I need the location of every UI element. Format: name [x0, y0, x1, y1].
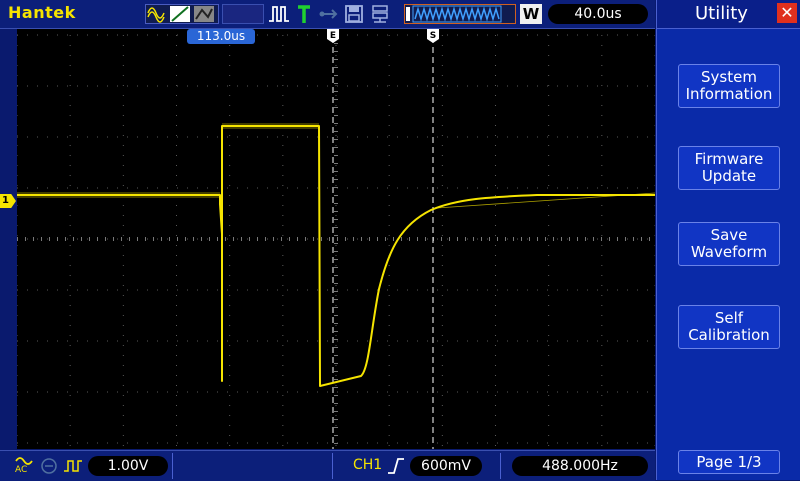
ch1-ground-marker[interactable]: 1 [0, 194, 16, 208]
bottom-status-bar: AC 1.00V CH1 600mV 488.000Hz [0, 450, 655, 481]
memory-depth-indicator [404, 4, 516, 24]
firmware-update-button[interactable]: Firmware Update [678, 146, 780, 190]
top-status-bar: Hantek W 40.0us [0, 0, 655, 29]
network-icon [372, 5, 388, 23]
menu-title: Utility [695, 3, 748, 24]
close-icon[interactable]: ✕ [777, 3, 797, 23]
divider [500, 453, 501, 479]
cursor-marker[interactable]: S [427, 29, 439, 43]
cursor-time-label: 113.0us [187, 29, 255, 44]
trigger-level-readout[interactable]: 600mV [410, 456, 482, 476]
bandwidth-limit-icon [41, 458, 57, 474]
usb-icon [319, 9, 338, 19]
graticule-grid [16, 34, 656, 446]
save-icon[interactable] [344, 4, 364, 24]
ch1-scale-readout[interactable]: 1.00V [88, 456, 168, 476]
trigger-status-icon [298, 5, 310, 23]
waveform-mode-icon [147, 6, 214, 23]
timebase-readout[interactable]: 40.0us [548, 4, 648, 24]
utility-menu: Utility ✕ System Information Firmware Up… [656, 0, 800, 480]
trigger-marker[interactable]: E [327, 29, 339, 43]
graticule-and-trace: E S [16, 29, 656, 449]
invert-icon [64, 460, 82, 472]
frequency-readout: 488.000Hz [512, 456, 648, 476]
divider [172, 453, 173, 479]
brand-logo: Hantek [8, 3, 76, 22]
rising-edge-icon [388, 458, 404, 474]
save-waveform-button[interactable]: Save Waveform [678, 222, 780, 266]
svg-text:E: E [330, 31, 336, 41]
acquire-mode-box[interactable] [222, 4, 264, 24]
self-calibration-button[interactable]: Self Calibration [678, 305, 780, 349]
waveform-display[interactable]: E S 113.0us [16, 29, 672, 449]
coupling-label: AC [15, 465, 28, 475]
divider [332, 453, 333, 479]
system-information-button[interactable]: System Information [678, 64, 780, 108]
trigger-channel-label: CH1 [353, 457, 383, 473]
display-mode-button[interactable] [145, 4, 219, 24]
svg-text:S: S [430, 31, 436, 41]
memory-waveform-icon [406, 5, 502, 23]
window-mode-badge: W [520, 4, 542, 24]
trigger-edge-icon [269, 6, 289, 22]
page-indicator-button[interactable]: Page 1/3 [678, 450, 780, 474]
menu-header: Utility ✕ [657, 0, 800, 29]
